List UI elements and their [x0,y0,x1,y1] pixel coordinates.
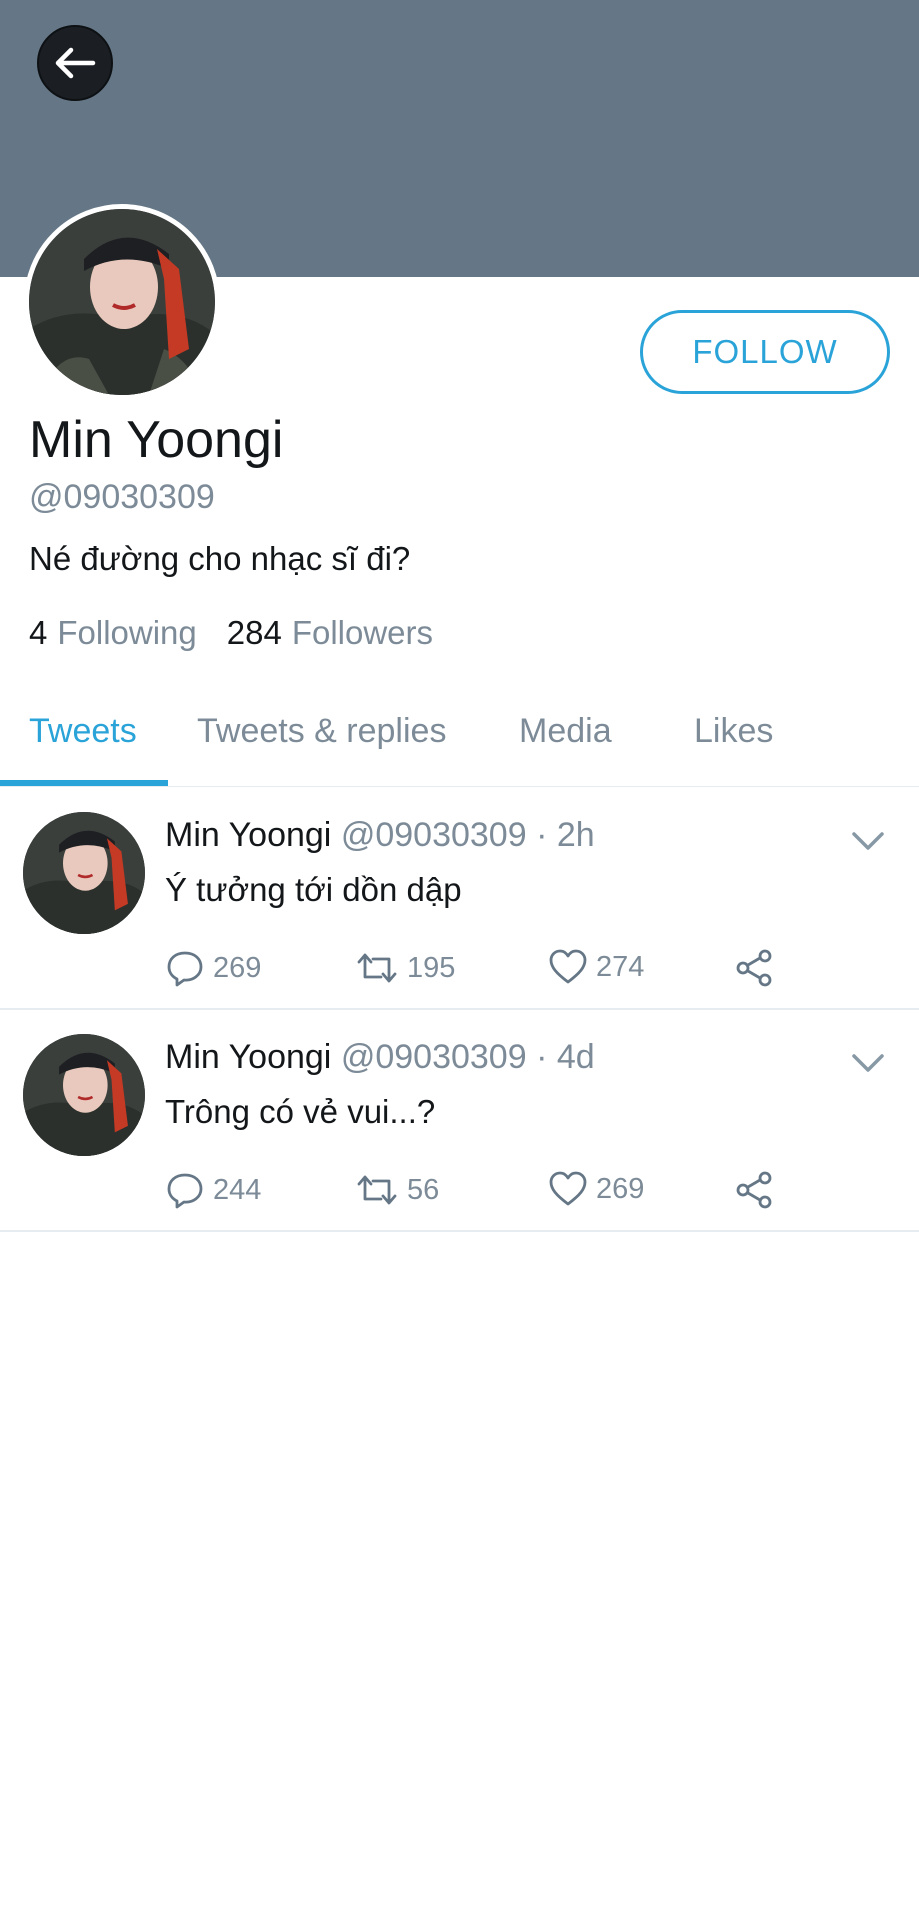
reply-button[interactable]: 244 [165,1170,261,1210]
tab-media[interactable]: Media [519,712,612,751]
tweet-actions: 244 56 269 [165,1170,785,1218]
profile-avatar[interactable] [24,204,220,400]
tab-tweets-replies[interactable]: Tweets & replies [197,712,446,751]
retweet-icon [357,1175,397,1205]
tweet-item[interactable]: Min Yoongi @09030309 · 4d Trông có vẻ vu… [0,1010,919,1232]
reply-icon [167,1173,203,1209]
back-arrow-icon [55,47,96,79]
following-stat[interactable]: 4 Following [29,614,197,652]
back-button[interactable] [37,25,113,101]
retweet-button[interactable]: 195 [355,948,455,988]
followers-label: Followers [291,614,434,651]
share-icon [736,949,772,987]
tweet-header: Min Yoongi @09030309 · 4d [165,1038,595,1077]
tab-likes[interactable]: Likes [694,712,773,751]
chevron-down-icon[interactable] [848,826,888,856]
like-icon [549,1171,587,1206]
profile-bio: Né đường cho nhạc sĩ đi? [29,540,411,577]
tweet-avatar[interactable] [23,812,145,934]
retweet-count: 195 [407,951,456,984]
tweet-handle-time: @09030309 · 4d [340,1038,595,1076]
retweet-button[interactable]: 56 [355,1170,439,1210]
follow-button[interactable]: FOLLOW [640,310,890,394]
profile-handle: @09030309 [29,478,215,516]
reply-count: 244 [213,1173,262,1206]
tweet-handle-time: @09030309 · 2h [340,816,595,854]
reply-count: 269 [213,951,262,984]
tweet-author-name: Min Yoongi [165,1038,332,1076]
retweet-icon [357,953,397,983]
tab-tweets[interactable]: Tweets [29,712,137,751]
reply-icon [167,951,203,987]
active-tab-indicator [0,780,168,786]
share-button[interactable] [735,948,775,988]
tweet-text: Ý tưởng tới dồn dập [165,871,462,908]
following-count: 4 [29,614,48,651]
profile-tabs: Tweets Tweets & replies Media Likes [0,690,919,787]
like-count: 274 [596,950,645,983]
like-icon [549,949,587,984]
followers-stat[interactable]: 284 Followers [227,614,433,652]
like-button[interactable]: 269 [548,1170,644,1208]
like-button[interactable]: 274 [548,948,644,986]
share-button[interactable] [735,1170,775,1210]
tweet-text: Trông có vẻ vui...? [165,1093,436,1130]
tweet-avatar[interactable] [23,1034,145,1156]
retweet-count: 56 [407,1173,440,1206]
tweet-header: Min Yoongi @09030309 · 2h [165,816,595,855]
reply-button[interactable]: 269 [165,948,261,988]
like-count: 269 [596,1172,645,1205]
chevron-down-icon[interactable] [848,1048,888,1078]
following-label: Following [57,614,197,651]
share-icon [736,1171,772,1209]
followers-count: 284 [226,614,282,651]
tweet-actions: 269 195 274 [165,948,785,996]
tweet-author-name: Min Yoongi [165,816,332,854]
profile-stats: 4 Following 284 Followers [29,614,463,652]
profile-display-name: Min Yoongi [29,411,284,469]
tweet-item[interactable]: Min Yoongi @09030309 · 2h Ý tưởng tới dồ… [0,788,919,1010]
